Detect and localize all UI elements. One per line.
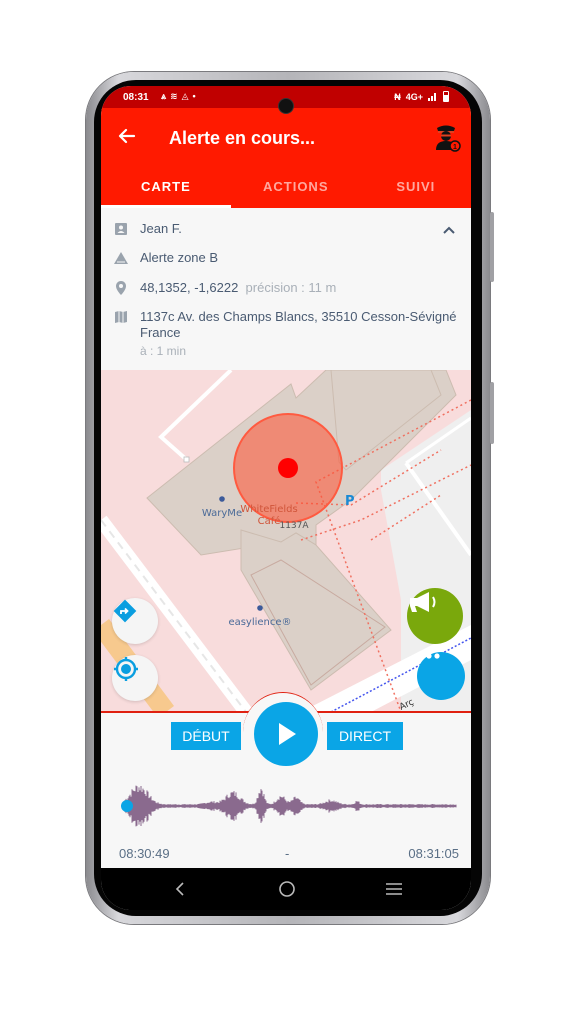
poi-cafe-label-2: Café [258, 515, 281, 527]
precision: précision : 11 m [245, 280, 337, 295]
address-line-2: France [140, 325, 181, 340]
poi-dot-waryme [219, 496, 225, 502]
time-start: 08:30:49 [119, 846, 170, 861]
start-button[interactable]: DÉBUT [171, 722, 241, 750]
coordinates-value: 48,1352, -1,6222 [140, 280, 239, 295]
page-title: Alerte en cours... [169, 128, 316, 148]
live-button[interactable]: DIRECT [327, 722, 403, 750]
audio-player: DÉBUT DIRECT 08:30:49 - 08:31:05 [101, 692, 471, 868]
building-number-label: 1137A [279, 521, 309, 531]
time-end: 08:31:05 [408, 846, 459, 861]
screen: 08:31 ⩓≋◬• ₦ 4G+ Alerte en cours... 1 CA… [101, 86, 471, 910]
megaphone-button[interactable] [407, 588, 463, 644]
home-nav-icon [279, 881, 295, 897]
recents-nav-icon [386, 883, 402, 895]
play-button[interactable] [254, 702, 318, 766]
arrow-left-icon [118, 128, 136, 144]
address: 1137c Av. des Champs Blancs, 35510 Cesso… [140, 309, 457, 359]
network-type: 4G+ [405, 91, 423, 102]
volume-button [490, 212, 494, 282]
alert-location-marker[interactable] [278, 458, 298, 478]
agent-badge: 1 [453, 144, 457, 151]
signal-tower-icon: ⩓ [161, 91, 171, 101]
user-name: Jean F. [140, 221, 182, 236]
map-canvas[interactable]: WhiteFields Café WaryMe 1137A easylience… [101, 370, 471, 712]
security-agent-icon: 1 [436, 125, 461, 152]
playback-scrubber[interactable] [121, 800, 133, 812]
system-nav-bar [101, 868, 471, 910]
alert-info-panel: Jean F. Alerte zone B 48,1352, -1,6222 p… [101, 208, 471, 370]
nav-home-button[interactable] [272, 876, 302, 902]
time-separator: - [285, 846, 290, 861]
chevron-up-icon[interactable] [441, 223, 457, 239]
tab-actions[interactable]: ACTIONS [231, 168, 361, 208]
directions-button[interactable] [112, 598, 158, 644]
poi-easylience-label: easylience® [228, 617, 291, 628]
alert-name: Alerte zone B [140, 250, 219, 265]
address-line-1: 1137c Av. des Champs Blancs, 35510 Cesso… [140, 309, 457, 324]
more-options-button[interactable] [417, 652, 465, 700]
nav-recents-button[interactable] [379, 876, 409, 902]
my-location-button[interactable] [112, 655, 158, 701]
back-button[interactable] [115, 124, 139, 148]
map-view[interactable]: WhiteFields Café WaryMe 1137A easylience… [101, 370, 471, 712]
poi-dot-easylience [257, 605, 263, 611]
map-building-lower [240, 529, 392, 691]
status-right-icons: ₦ 4G+ [394, 91, 449, 102]
tab-suivi[interactable]: SUIVI [361, 168, 471, 208]
audio-waveform[interactable] [121, 778, 457, 838]
dot-icon: • [192, 91, 200, 101]
more-horizontal-icon [418, 653, 440, 659]
alert-zone-icon [114, 252, 128, 264]
back-nav-icon [175, 882, 184, 896]
nav-back-button[interactable] [165, 876, 195, 902]
app-bar: Alerte en cours... 1 [101, 108, 471, 168]
poi-waryme-label: WaryMe [202, 508, 242, 519]
power-button [490, 382, 494, 444]
location-pin-icon [116, 281, 126, 295]
contact-card-icon [115, 223, 127, 235]
parking-label: P [345, 494, 355, 509]
coordinates: 48,1352, -1,6222 précision : 11 m [140, 280, 336, 295]
warning-triangle-icon: ◬ [181, 91, 193, 101]
my-location-icon [114, 657, 138, 681]
wifi-off-icon: ≋ [170, 91, 182, 101]
poi-cafe-label-1: WhiteFields [240, 504, 297, 515]
map-icon [115, 311, 127, 323]
megaphone-icon [410, 592, 436, 612]
status-time: 08:31 [123, 92, 149, 103]
tab-carte[interactable]: CARTE [101, 168, 231, 208]
location-age: à : 1 min [140, 344, 187, 358]
agent-button[interactable]: 1 [433, 122, 461, 152]
battery-icon [443, 91, 449, 102]
play-icon [279, 723, 296, 745]
directions-icon [113, 599, 137, 623]
signal-bars-icon [428, 93, 436, 101]
front-camera [279, 99, 293, 113]
tab-bar: CARTE ACTIONS SUIVI [101, 168, 471, 208]
nfc-icon: ₦ [394, 91, 401, 102]
status-left-icons: ⩓≋◬• [161, 91, 200, 102]
